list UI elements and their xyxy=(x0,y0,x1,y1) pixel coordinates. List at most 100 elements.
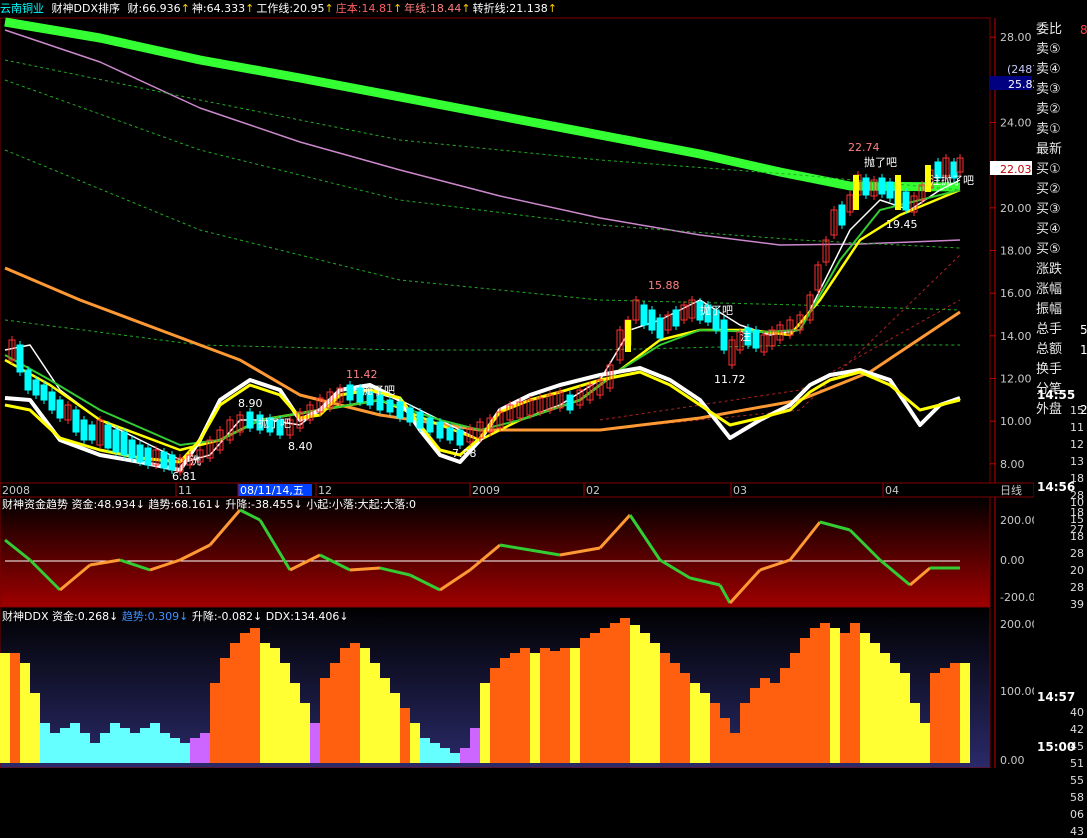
ddx-bar xyxy=(810,628,820,763)
candle xyxy=(32,379,40,396)
quote-row-2[interactable]: 卖④ xyxy=(1036,60,1061,80)
candle xyxy=(862,177,870,196)
quote-panel: 委比 8 卖⑤ 卖④ 卖③ 卖② 卖① 最新 买① 买② 买③ 买④ 买⑤ 涨跌 涨幅 振幅 总手 5 总额 1 换手分… xyxy=(1034,20,1087,838)
time-axis xyxy=(0,482,1034,498)
quote-row-16[interactable]: 总额 1 xyxy=(1036,340,1087,360)
ddx-bar xyxy=(760,678,770,763)
candle xyxy=(120,431,128,456)
ddx-bar xyxy=(110,723,120,763)
ddx-bar xyxy=(200,733,210,763)
ddx-bar xyxy=(790,653,800,763)
tick-row: 06 xyxy=(1070,808,1084,821)
hover-price: 25.82 xyxy=(1008,78,1034,91)
price-tick-label: 18.00 xyxy=(1000,245,1032,258)
ddx-bar xyxy=(870,643,880,763)
ddx-bar xyxy=(850,623,860,763)
ddx-bar xyxy=(910,703,920,763)
ddx-value: DDX:134.406↓ xyxy=(266,610,349,623)
candle xyxy=(426,417,434,433)
price-tick-label: 10.00 xyxy=(1000,415,1032,428)
tick-row: 28 xyxy=(1070,581,1084,594)
time-label: 03 xyxy=(733,484,747,497)
ddx-bar xyxy=(740,703,750,763)
quote-row-17[interactable]: 换手 xyxy=(1036,360,1062,380)
quote-row-14[interactable]: 振幅 xyxy=(1036,300,1062,320)
price-chart[interactable]: 28.0026.0024.0022.0020.0018.0016.0014.00… xyxy=(0,0,1034,768)
candle xyxy=(80,419,88,441)
ddx-bar xyxy=(530,653,540,763)
quote-row-19[interactable]: 外盘 2 xyxy=(1036,400,1087,420)
ddx-bar xyxy=(450,753,460,763)
quote-row-5[interactable]: 卖① xyxy=(1036,120,1061,140)
quote-row-11[interactable]: 买⑤ xyxy=(1036,240,1061,260)
panel2-axis-label: -200.0 xyxy=(1000,591,1034,604)
tick-row: 39 xyxy=(1070,598,1084,611)
tick-row: 20 xyxy=(1070,564,1084,577)
quote-row-15[interactable]: 总手 5 xyxy=(1036,320,1087,340)
ddx-bar xyxy=(880,653,890,763)
ddx-bar xyxy=(310,723,320,763)
fund-trend-title: 财神资金趋势 资金:48.934↓ 趋势:68.161↓ 升降:-38.455↓… xyxy=(2,497,416,511)
candle xyxy=(720,319,728,351)
fund-trend-segment xyxy=(349,566,381,572)
quote-row-0[interactable]: 委比 8 xyxy=(1036,20,1087,40)
ddx-bar xyxy=(520,648,530,763)
candle xyxy=(406,407,414,423)
candle xyxy=(416,411,424,429)
tick-row: 28 xyxy=(1070,547,1084,560)
tick-row: 40 xyxy=(1070,706,1084,719)
fund-trend-panel xyxy=(0,496,991,608)
ddx-bar xyxy=(690,683,700,763)
candle xyxy=(136,444,144,463)
ddx-bar xyxy=(190,738,200,763)
price-tick-label: 24.00 xyxy=(1000,117,1032,130)
time-label: 2009 xyxy=(472,484,500,497)
ddx-bar xyxy=(80,733,90,763)
tag-dump: 抛了吧 xyxy=(258,416,291,430)
ddx-bar xyxy=(660,653,670,763)
tick-row: 55 xyxy=(1070,774,1084,787)
ddx-bar xyxy=(30,693,40,763)
quote-row-1[interactable]: 卖⑤ xyxy=(1036,40,1061,60)
tag-load: 注 xyxy=(740,329,751,343)
annotation-high: 11.42 xyxy=(346,368,378,381)
candle xyxy=(376,394,384,411)
ddx-value: 资金:0.268↓ xyxy=(52,609,122,623)
ddx-bar xyxy=(340,648,350,763)
period-label: 日线 xyxy=(1000,483,1022,497)
time-label: 12 xyxy=(318,484,332,497)
quote-row-12[interactable]: 涨跌 xyxy=(1036,260,1062,280)
ddx-bar xyxy=(280,663,290,763)
panel2-axis-label: 200.00 xyxy=(1000,514,1034,527)
candle xyxy=(16,344,24,373)
ddx-bar xyxy=(460,748,470,763)
panel3-axis-label: 100.00 xyxy=(1000,685,1034,698)
quote-row-10[interactable]: 买④ xyxy=(1036,220,1061,240)
ddx-bar xyxy=(650,643,660,763)
ddx-bar xyxy=(120,728,130,763)
candle xyxy=(672,309,680,327)
quote-row-4[interactable]: 卖② xyxy=(1036,100,1061,120)
candle xyxy=(838,204,846,226)
candle xyxy=(878,177,886,195)
candle xyxy=(752,329,760,349)
quote-row-3[interactable]: 卖③ xyxy=(1036,80,1061,100)
ddx-bar xyxy=(210,683,220,763)
quote-row-13[interactable]: 涨幅 xyxy=(1036,280,1062,300)
ddx-bar xyxy=(320,678,330,763)
quote-row-6[interactable]: 最新 xyxy=(1036,140,1062,160)
tick-time: 14:56 xyxy=(1037,480,1076,494)
ddx-bar xyxy=(410,723,420,763)
ddx-bar xyxy=(160,733,170,763)
quote-row-7[interactable]: 买① xyxy=(1036,160,1061,180)
candle xyxy=(48,391,56,411)
ddx-bar xyxy=(380,678,390,763)
candle xyxy=(160,451,168,469)
time-label: 08/11/14,五 xyxy=(240,484,304,497)
quote-row-9[interactable]: 买③ xyxy=(1036,200,1061,220)
ddx-bar xyxy=(400,708,410,763)
ddx-bar xyxy=(590,633,600,763)
quote-row-8[interactable]: 买② xyxy=(1036,180,1061,200)
ddx-bar xyxy=(480,683,490,763)
ddx-bar xyxy=(260,643,270,763)
